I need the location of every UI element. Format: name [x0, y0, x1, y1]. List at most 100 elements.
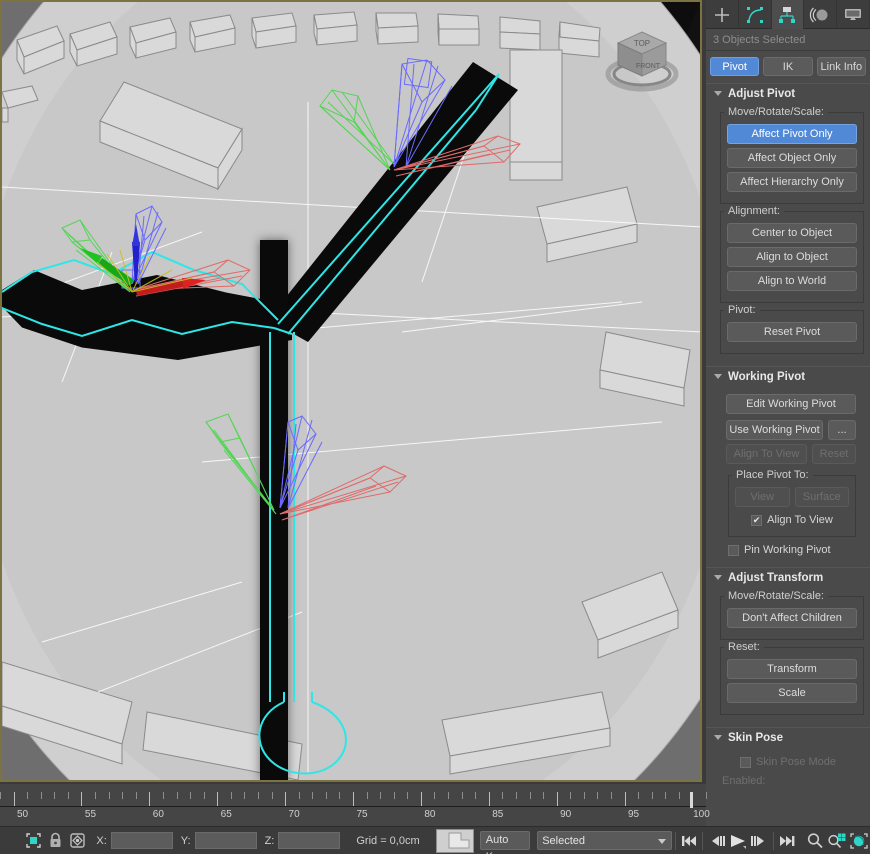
y-coord-field[interactable] [194, 832, 257, 849]
timeline-tick-minor [190, 792, 192, 799]
zoom-extents-icon[interactable] [848, 830, 870, 852]
working-pivot-reset-button[interactable]: Reset [812, 444, 856, 464]
z-coord-label: Z: [264, 834, 275, 847]
play-animation-icon[interactable] [727, 830, 749, 852]
rollout-body-skin-pose: Skin Pose Mode Enabled: [706, 747, 870, 795]
key-filter-select[interactable]: Selected [537, 831, 672, 850]
gizmo-blue-left [121, 205, 167, 289]
timeline-ruler[interactable]: 50 55 60 65 70 75 80 85 90 95 100 [0, 792, 710, 826]
timeline-tick-minor [583, 792, 585, 799]
timeline-tick-minor [407, 792, 409, 799]
use-working-pivot-button[interactable]: Use Working Pivot [726, 420, 823, 440]
timeline-tick-minor [122, 792, 124, 799]
timeline-tick-minor [54, 792, 56, 799]
timeline-tick-label: 65 [220, 809, 232, 820]
timeline-tick-minor [543, 792, 545, 799]
reset-scale-button[interactable]: Scale [727, 683, 857, 703]
timeline-tick-minor [325, 792, 327, 799]
skin-pose-mode-row[interactable]: Skin Pose Mode [712, 753, 864, 771]
modify-tab-icon[interactable] [739, 0, 772, 29]
tab-ik[interactable]: IK [763, 57, 813, 76]
group-move-rotate-scale: Move/Rotate/Scale: Affect Pivot Only Aff… [720, 106, 864, 204]
gizmo-green-upper [319, 89, 395, 171]
timeline-tick-label: 100 [693, 809, 710, 820]
perspective-viewport[interactable]: TOP FRONT [2, 2, 700, 780]
x-coord-field[interactable] [110, 832, 173, 849]
pin-working-pivot-row[interactable]: Pin Working Pivot [726, 541, 856, 559]
timeline-tick-label: 90 [560, 809, 572, 820]
selection-lock-toggle-icon[interactable] [22, 830, 44, 852]
group-transform-move-rotate-scale: Move/Rotate/Scale: Don't Affect Children [720, 590, 864, 640]
previous-frame-icon[interactable] [706, 830, 727, 852]
place-pivot-align-to-view-row[interactable]: Align To View [735, 511, 849, 529]
rollout-header-adjust-transform[interactable]: Adjust Transform [706, 567, 870, 587]
reset-transform-button[interactable]: Transform [727, 659, 857, 679]
hierarchy-tab-icon[interactable] [771, 0, 805, 29]
timeline-tick-minor [475, 792, 477, 799]
rollout-header-working-pivot[interactable]: Working Pivot [706, 366, 870, 386]
go-to-start-icon[interactable] [679, 830, 700, 852]
display-tab-icon[interactable] [837, 0, 870, 29]
timeline-tick-major [556, 792, 558, 806]
chevron-down-icon [714, 91, 722, 96]
time-slider-handle[interactable] [690, 792, 693, 808]
z-coord-field[interactable] [278, 832, 341, 849]
align-to-world-button[interactable]: Align to World [727, 271, 857, 291]
dont-affect-children-button[interactable]: Don't Affect Children [727, 608, 857, 628]
chevron-down-icon [714, 735, 722, 740]
auto-key-button[interactable]: Auto Key [479, 831, 531, 854]
timeline-tick-minor [502, 792, 504, 799]
place-pivot-surface-button[interactable]: Surface [794, 487, 849, 507]
working-pivot-options-button[interactable]: ... [828, 420, 856, 440]
align-to-object-button[interactable]: Align to Object [727, 247, 857, 267]
timeline-tick-major [624, 792, 626, 806]
coordinate-center-icon[interactable] [66, 830, 88, 852]
timeline-tick-minor [380, 792, 382, 799]
skin-pose-mode-checkbox[interactable] [739, 756, 751, 768]
align-to-view-checkbox[interactable] [751, 514, 763, 526]
timeline-tick-label: 75 [356, 809, 368, 820]
chevron-down-icon [714, 374, 722, 379]
timeline-tick-minor [176, 792, 178, 799]
group-title-reset: Reset: [724, 641, 764, 653]
reset-pivot-button[interactable]: Reset Pivot [727, 322, 857, 342]
group-reset: Reset: Transform Scale [720, 641, 864, 715]
next-frame-icon[interactable] [749, 830, 770, 852]
set-key-mode-button[interactable] [435, 828, 474, 853]
group-pivot: Pivot: Reset Pivot [720, 304, 864, 354]
timeline-tick-major [488, 792, 490, 806]
working-pivot-align-to-view-button[interactable]: Align To View [726, 444, 807, 464]
tab-link-info[interactable]: Link Info [816, 57, 866, 76]
app-root: TOP FRONT 3 Objects Selected Pivot IK Li… [0, 0, 870, 854]
timeline-tick-major [149, 792, 151, 806]
affect-hierarchy-only-button[interactable]: Affect Hierarchy Only [727, 172, 857, 192]
command-panel-tabbar [706, 0, 870, 29]
lock-selection-icon[interactable] [44, 830, 66, 852]
motion-tab-icon[interactable] [804, 0, 838, 29]
center-to-object-button[interactable]: Center to Object [727, 223, 857, 243]
tab-pivot[interactable]: Pivot [710, 57, 760, 76]
affect-pivot-only-button[interactable]: Affect Pivot Only [727, 124, 857, 144]
pin-working-pivot-checkbox[interactable] [728, 544, 739, 556]
zoom-icon[interactable] [804, 830, 826, 852]
timeline-tick-minor [339, 792, 341, 799]
divider [674, 831, 676, 850]
create-tab-icon[interactable] [706, 0, 739, 29]
timeline-tick-minor [203, 792, 205, 799]
affect-object-only-button[interactable]: Affect Object Only [727, 148, 857, 168]
edit-working-pivot-button[interactable]: Edit Working Pivot [726, 394, 856, 414]
rollout-header-adjust-pivot[interactable]: Adjust Pivot [706, 83, 870, 103]
viewport-active-border: TOP FRONT [0, 0, 702, 782]
timeline-tick-label: 50 [17, 809, 29, 820]
rollout-header-skin-pose[interactable]: Skin Pose [706, 727, 870, 747]
view-cube[interactable]: TOP FRONT [604, 10, 682, 106]
place-pivot-view-button[interactable]: View [735, 487, 790, 507]
timeline-tick-minor [0, 792, 1, 799]
y-coord-label: Y: [180, 834, 191, 847]
timeline-ruler-bar[interactable]: 50 55 60 65 70 75 80 85 90 95 100 [0, 784, 710, 826]
command-panel: 3 Objects Selected Pivot IK Link Info Ad… [706, 0, 870, 826]
go-to-end-icon[interactable] [776, 830, 797, 852]
timeline-baseline [0, 806, 706, 807]
timeline-tick-minor [610, 792, 612, 799]
zoom-all-icon[interactable] [826, 830, 848, 852]
